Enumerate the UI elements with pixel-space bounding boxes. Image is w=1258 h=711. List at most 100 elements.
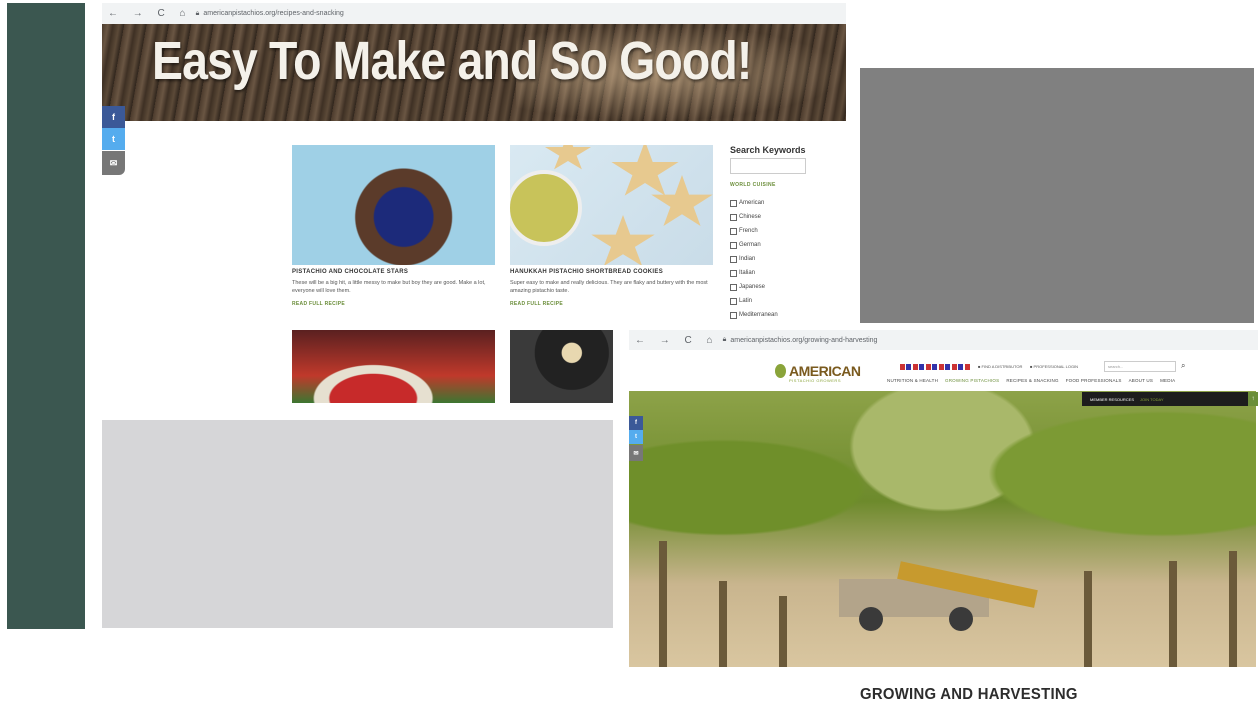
hero-banner: Easy To Make and So Good! — [102, 24, 846, 121]
language-flags[interactable] — [900, 364, 970, 370]
pistachio-logo-icon — [775, 364, 786, 378]
checkbox[interactable] — [730, 213, 737, 221]
arrow-up-icon[interactable]: ↑ — [1248, 392, 1258, 406]
lock-icon: 🔒︎ — [195, 9, 200, 17]
nav-recipes[interactable]: RECIPES & SNACKING — [1006, 378, 1058, 383]
professional-login-link[interactable]: ■ PROFESSIONAL LOGIN — [1030, 364, 1078, 369]
cuisine-option[interactable]: Mediterranean — [730, 308, 840, 322]
orchard-harvest-photo — [629, 391, 1256, 667]
read-recipe-link[interactable]: READ FULL RECIPE — [292, 301, 345, 307]
tree-trunk — [719, 581, 727, 667]
site-search-input[interactable]: search... — [1104, 361, 1176, 372]
search-keywords-title: Search Keywords — [730, 145, 806, 155]
world-cuisine-heading: WORLD CUISINE — [730, 182, 776, 188]
hero-title: Easy To Make and So Good! — [152, 31, 752, 91]
pistachio-bowl — [510, 170, 582, 246]
twitter-share-button[interactable]: t — [629, 430, 643, 444]
search-icon[interactable]: ⌕ — [1181, 361, 1185, 371]
browser-toolbar: ← → C ⌂ 🔒︎ americanpistachios.org/growin… — [629, 330, 1258, 350]
facebook-share-button[interactable]: f — [629, 416, 643, 430]
tree-trunk — [1229, 551, 1237, 667]
nav-food-professionals[interactable]: FOOD PROFESSIONALS — [1066, 378, 1122, 383]
tree-trunk — [659, 541, 667, 667]
cuisine-option[interactable]: German — [730, 238, 840, 252]
tree-trunk — [1169, 561, 1177, 667]
read-recipe-link[interactable]: READ FULL RECIPE — [510, 301, 563, 307]
cuisine-option[interactable]: Italian — [730, 266, 840, 280]
address-bar[interactable]: americanpistachios.org/recipes-and-snack… — [203, 10, 343, 17]
cuisine-label: Mediterranean — [739, 312, 778, 318]
recipe-image-shortbread-cookies[interactable] — [510, 145, 713, 265]
recipe-title[interactable]: HANUKKAH PISTACHIO SHORTBREAD COOKIES — [510, 269, 663, 275]
twitter-icon: t — [112, 134, 115, 144]
member-resources-label: MEMBER RESOURCES — [1090, 396, 1135, 402]
nav-growing[interactable]: GROWING PISTACHIOS — [945, 378, 999, 383]
cuisine-label: French — [739, 228, 758, 234]
cuisine-label: Latin — [739, 298, 753, 304]
checkbox[interactable] — [730, 283, 737, 291]
email-share-button[interactable]: ✉ — [629, 445, 643, 461]
logo-subtext: PISTACHIO GROWERS — [789, 378, 841, 383]
logo-text: AMERICAN — [789, 363, 861, 379]
nav-media[interactable]: MEDIA — [1160, 378, 1175, 383]
cuisine-label: Japanese — [739, 284, 766, 290]
cuisine-option[interactable]: Japanese — [730, 280, 840, 294]
join-today-link[interactable]: JOIN TODAY — [1140, 397, 1164, 402]
facebook-icon: f — [635, 420, 637, 426]
harvesting-machine — [839, 561, 1049, 631]
cuisine-option[interactable]: Chinese — [730, 210, 840, 224]
recipe-image-popcorn[interactable] — [292, 330, 495, 403]
tree-trunk — [779, 596, 787, 667]
cuisine-option[interactable]: Latin — [730, 294, 840, 308]
cuisine-option[interactable]: American — [730, 196, 840, 210]
cuisine-label: German — [739, 242, 761, 248]
email-share-button[interactable]: ✉ — [102, 151, 125, 175]
facebook-icon: f — [112, 112, 115, 122]
email-icon: ✉ — [633, 450, 639, 457]
cuisine-label: American — [739, 200, 765, 206]
cuisine-label: Indian — [739, 256, 756, 262]
twitter-share-button[interactable]: t — [102, 128, 125, 150]
cuisine-option[interactable]: French — [730, 224, 840, 238]
growing-page-screenshot: ← → C ⌂ 🔒︎ americanpistachios.org/growin… — [620, 330, 1258, 680]
checkbox[interactable] — [730, 199, 737, 207]
recipe-description: These will be a big hit, a little messy … — [292, 280, 486, 294]
recipe-image-dumplings[interactable] — [510, 330, 613, 403]
gray-placeholder-top — [860, 68, 1254, 323]
keyword-search-input[interactable] — [730, 158, 806, 174]
cuisine-option[interactable]: Indian — [730, 252, 840, 266]
cuisine-label: Chinese — [739, 214, 762, 220]
cuisine-label: Italian — [739, 270, 756, 276]
browser-nav-buttons[interactable]: ← → C ⌂ — [108, 8, 192, 19]
checkbox[interactable] — [730, 269, 737, 277]
nav-about[interactable]: ABOUT US — [1129, 378, 1154, 383]
gray-placeholder-bottom — [102, 420, 613, 628]
facebook-share-button[interactable]: f — [102, 106, 125, 128]
browser-toolbar: ← → C ⌂ 🔒︎ americanpistachios.org/recipe… — [102, 3, 846, 24]
lock-icon: 🔒︎ — [722, 336, 727, 343]
checkbox[interactable] — [730, 227, 737, 235]
left-color-band — [7, 3, 85, 629]
address-bar[interactable]: americanpistachios.org/growing-and-harve… — [730, 337, 877, 344]
star-cookie — [611, 145, 679, 196]
twitter-icon: t — [635, 434, 637, 440]
member-resources-bar[interactable]: MEMBER RESOURCES JOIN TODAY ↑ — [1082, 392, 1258, 406]
checkbox[interactable] — [730, 311, 737, 319]
checkbox[interactable] — [730, 297, 737, 305]
browser-nav-buttons[interactable]: ← → C ⌂ — [635, 335, 719, 346]
checkbox[interactable] — [730, 241, 737, 249]
star-cookie — [591, 215, 655, 265]
nav-nutrition[interactable]: NUTRITION & HEALTH — [887, 378, 938, 383]
find-distributor-link[interactable]: ■ FIND A DISTRIBUTOR — [978, 364, 1022, 369]
recipe-image-chocolate-stars[interactable] — [292, 145, 495, 265]
checkbox[interactable] — [730, 255, 737, 263]
search-sidebar: Search Keywords WORLD CUISINE American C… — [730, 145, 840, 322]
main-nav: NUTRITION & HEALTH GROWING PISTACHIOS RE… — [887, 378, 1175, 383]
email-icon: ✉ — [109, 157, 118, 168]
american-pistachio-logo[interactable]: AMERICAN PISTACHIO GROWERS — [775, 363, 861, 383]
recipe-title[interactable]: PISTACHIO AND CHOCOLATE STARS — [292, 269, 408, 275]
recipe-description: Super easy to make and really delicious.… — [510, 280, 708, 294]
tree-trunk — [1084, 571, 1092, 667]
star-cookie — [544, 145, 592, 170]
growing-harvesting-caption: GROWING AND HARVESTING — [860, 686, 1078, 703]
